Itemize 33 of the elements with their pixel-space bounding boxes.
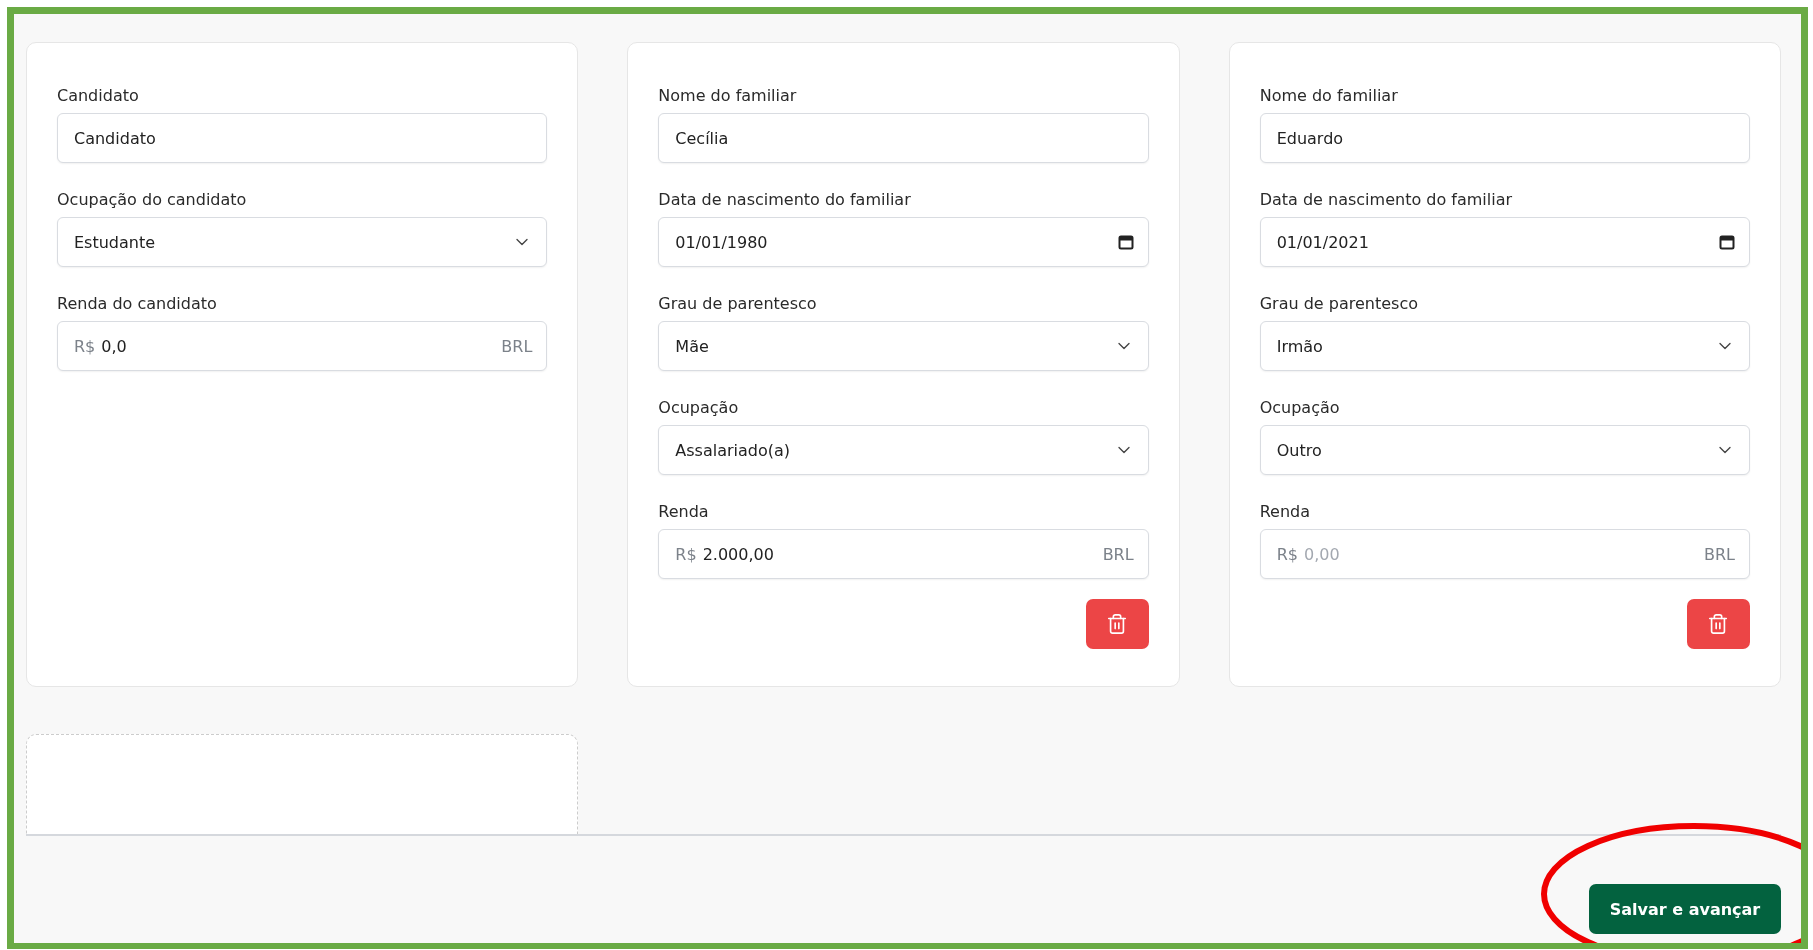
field-label: Nome do familiar — [1259, 85, 1399, 107]
select-field[interactable]: Mãe — [658, 321, 1149, 371]
text-field[interactable]: Cecília — [658, 113, 1149, 163]
calendar-icon[interactable] — [1117, 234, 1134, 250]
save-and-continue-button[interactable]: Salvar e avançar — [1589, 884, 1781, 934]
select-field[interactable]: Estudante — [57, 217, 548, 267]
select-field[interactable]: Assalariado(a) — [658, 425, 1149, 475]
date-field[interactable]: 01/01/1980 — [658, 217, 1149, 267]
delete-button[interactable] — [1687, 599, 1750, 649]
delete-button[interactable] — [1085, 599, 1149, 649]
field-label: Nome do familiar — [658, 85, 798, 107]
calendar-icon[interactable] — [1719, 234, 1735, 250]
field-label: Data de nascimento do familiar — [1259, 189, 1514, 211]
field-label: Grau de parentesco — [1259, 293, 1419, 315]
select-field[interactable]: Irmão — [1259, 321, 1750, 371]
field-label: Ocupação — [658, 397, 740, 419]
text-field[interactable]: Candidato — [57, 113, 548, 163]
income-field[interactable]: R$ 0,0 BRL — [57, 321, 548, 371]
field-label: Data de nascimento do familiar — [658, 189, 912, 211]
income-field[interactable]: R$ 0,00 BRL — [1259, 529, 1750, 579]
field-label: Grau de parentesco — [658, 293, 818, 315]
date-field[interactable]: 01/01/2021 — [1259, 217, 1750, 267]
trash-icon — [1707, 613, 1730, 635]
field-label: Renda — [658, 501, 710, 523]
field-label: Candidato — [57, 85, 140, 107]
field-label: Renda — [1259, 501, 1311, 523]
field-label: Renda do candidato — [57, 293, 218, 315]
field-label: Ocupação do candidato — [57, 189, 248, 211]
select-field[interactable]: Outro — [1259, 425, 1750, 475]
field-label: Ocupação — [1259, 397, 1341, 419]
income-field[interactable]: R$ 2.000,00 BRL — [658, 529, 1149, 579]
trash-icon — [1106, 613, 1129, 635]
text-field[interactable]: Eduardo — [1259, 113, 1750, 163]
